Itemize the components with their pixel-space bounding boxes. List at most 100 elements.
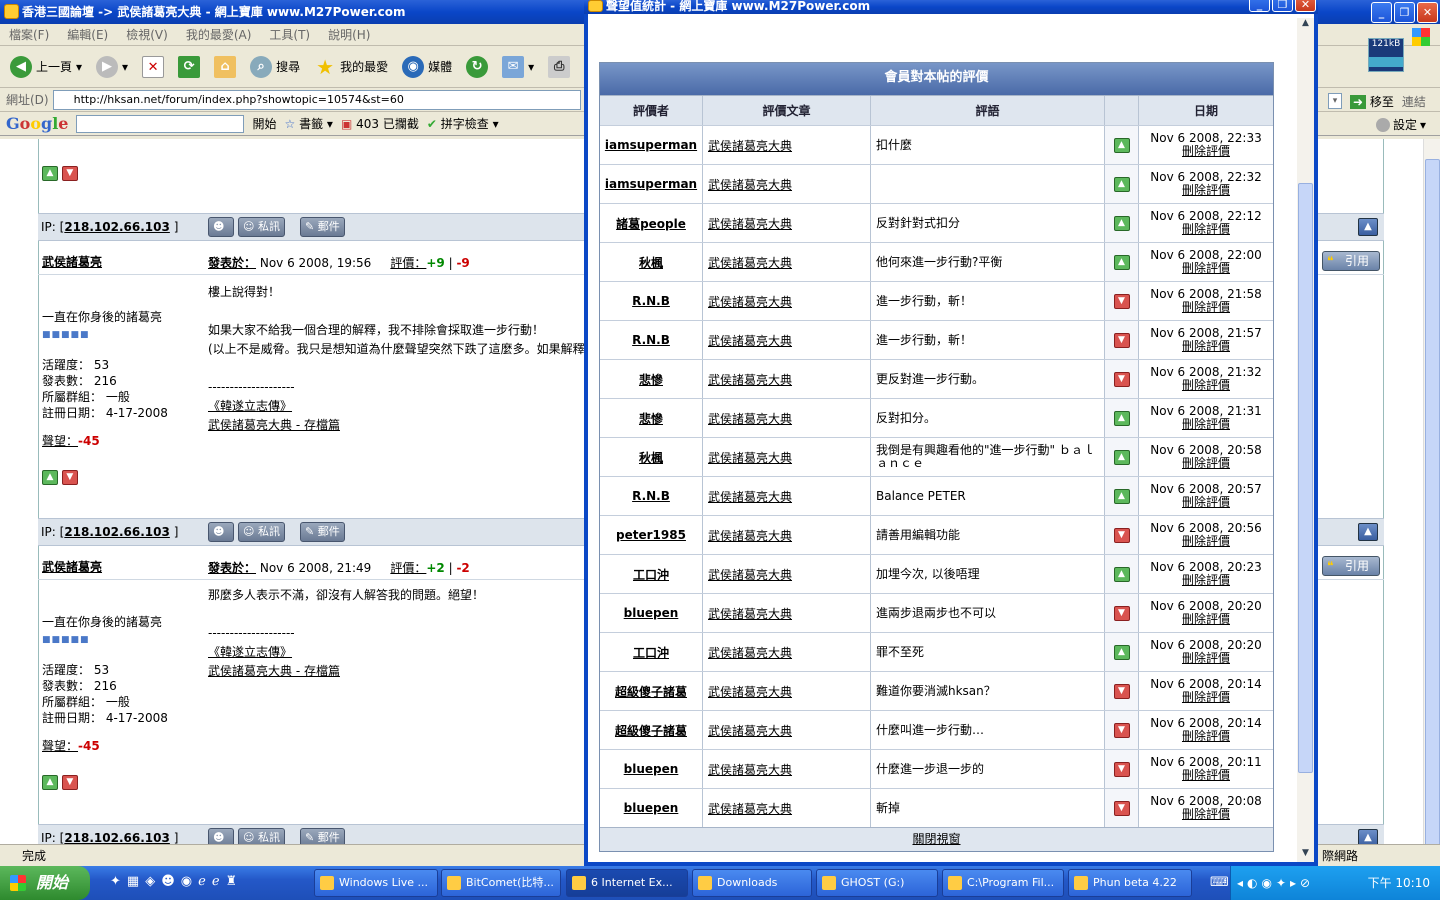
task-ghost-drive[interactable]: GHOST (G:)	[816, 869, 938, 897]
stop-button[interactable]: ✕	[138, 54, 168, 80]
main-scrollbar-thumb[interactable]	[1425, 159, 1440, 847]
favorites-button[interactable]: ★ 我的最愛	[310, 54, 392, 80]
vote-down-button[interactable]: ▼	[61, 775, 78, 790]
signature-link[interactable]: 武侯諸葛亮大典 - 存檔篇	[208, 416, 584, 435]
rater-link[interactable]: 悲慘	[600, 399, 703, 437]
delete-rating-link[interactable]: 刪除評價	[1182, 145, 1230, 158]
google-search-input[interactable]	[76, 114, 245, 133]
vote-up-button[interactable]: ▲	[42, 775, 58, 790]
scroll-top-button[interactable]: ▲	[1358, 218, 1378, 236]
refresh-button[interactable]: ⟳	[174, 54, 204, 80]
vote-up-button[interactable]: ▲	[42, 166, 58, 181]
task-internet-explorer[interactable]: 6 Internet Ex...	[566, 869, 688, 897]
quicklaunch-icon[interactable]: ℯ	[212, 874, 220, 889]
links-label[interactable]: 連結	[1402, 93, 1426, 110]
quote-button[interactable]: 引用	[1322, 251, 1380, 271]
history-button[interactable]: ↻	[462, 54, 492, 80]
delete-rating-link[interactable]: 刪除評價	[1182, 379, 1230, 392]
quicklaunch-icon[interactable]: ℯ	[198, 874, 206, 889]
article-link[interactable]: 武侯諸葛亮大典	[703, 165, 871, 203]
vote-up-button[interactable]: ▲	[42, 470, 58, 485]
pm-button[interactable]: ☺ 私訊	[238, 522, 285, 542]
delete-rating-link[interactable]: 刪除評價	[1182, 574, 1230, 587]
delete-rating-link[interactable]: 刪除評價	[1182, 262, 1230, 275]
post-author[interactable]: 武侯諸葛亮	[42, 253, 102, 270]
vote-down-button[interactable]: ▼	[61, 470, 78, 485]
address-input[interactable]: http://hksan.net/forum/index.php?showtop…	[52, 89, 581, 110]
google-bookmarks-button[interactable]: ☆ 書籤 ▾	[284, 115, 332, 132]
task-downloads[interactable]: Downloads	[692, 869, 812, 897]
rater-link[interactable]: iamsuperman	[600, 165, 703, 203]
address-dropdown-button[interactable]: ▾	[1328, 93, 1342, 109]
article-link[interactable]: 武侯諸葛亮大典	[703, 204, 871, 242]
menu-help[interactable]: 說明(H)	[319, 26, 379, 43]
mail-button[interactable]: ✉ ▾	[498, 54, 538, 80]
rater-link[interactable]: 秋楓	[600, 243, 703, 281]
article-link[interactable]: 武侯諸葛亮大典	[703, 633, 871, 671]
quicklaunch-icon[interactable]: ☻	[161, 874, 175, 889]
delete-rating-link[interactable]: 刪除評價	[1182, 457, 1230, 470]
quicklaunch-icon[interactable]: ▦	[127, 874, 139, 889]
google-settings-button[interactable]: 設定 ▾	[1376, 116, 1426, 133]
pm-button[interactable]: ☺ 私訊	[238, 217, 285, 237]
article-link[interactable]: 武侯諸葛亮大典	[703, 555, 871, 593]
rater-link[interactable]: 諸葛people	[600, 204, 703, 242]
rater-link[interactable]: 工口沖	[600, 633, 703, 671]
go-button[interactable]: ➜ 移至	[1350, 93, 1394, 110]
menu-edit[interactable]: 編輯(E)	[58, 26, 117, 43]
delete-rating-link[interactable]: 刪除評價	[1182, 301, 1230, 314]
task-windows-live[interactable]: Windows Live ...	[314, 869, 438, 897]
menu-favorites[interactable]: 我的最愛(A)	[177, 26, 261, 43]
close-button[interactable]: ✕	[1417, 2, 1438, 23]
spellcheck-button[interactable]: ✔ 拼字檢查 ▾	[427, 115, 499, 132]
profile-button[interactable]: ☻	[208, 217, 234, 237]
quicklaunch-icon[interactable]: ◉	[181, 874, 192, 889]
delete-rating-link[interactable]: 刪除評價	[1182, 340, 1230, 353]
ip-link[interactable]: 218.102.66.103	[64, 525, 170, 539]
article-link[interactable]: 武侯諸葛亮大典	[703, 711, 871, 749]
back-button[interactable]: ◀ 上一頁 ▾	[6, 54, 86, 80]
delete-rating-link[interactable]: 刪除評價	[1182, 535, 1230, 548]
popup-close-button[interactable]: ✕	[1295, 0, 1316, 12]
main-scrollbar[interactable]	[1423, 139, 1440, 847]
mail-user-button[interactable]: ✎ 郵件	[300, 828, 345, 844]
tray-icons[interactable]: ◂◐◉✦▸⊘	[1237, 866, 1314, 900]
forward-button[interactable]: ▶ ▾	[92, 54, 132, 80]
media-button[interactable]: ◉ 媒體	[398, 54, 456, 80]
delete-rating-link[interactable]: 刪除評價	[1182, 496, 1230, 509]
profile-button[interactable]: ☻	[208, 522, 234, 542]
minimize-button[interactable]: _	[1371, 2, 1392, 23]
rater-link[interactable]: 超級傻子諸葛	[600, 711, 703, 749]
rater-link[interactable]: R.N.B	[600, 282, 703, 320]
delete-rating-link[interactable]: 刪除評價	[1182, 613, 1230, 626]
popup-maximize-button[interactable]: ❐	[1272, 0, 1293, 12]
scroll-top-button[interactable]: ▲	[1358, 523, 1378, 541]
pm-button[interactable]: ☺ 私訊	[238, 828, 285, 844]
task-bitcomet[interactable]: BitComet(比特...	[441, 869, 561, 897]
task-program-files[interactable]: C:\Program Fil...	[942, 869, 1064, 897]
article-link[interactable]: 武侯諸葛亮大典	[703, 594, 871, 632]
maximize-button[interactable]: ❐	[1394, 2, 1415, 23]
delete-rating-link[interactable]: 刪除評價	[1182, 184, 1230, 197]
rater-link[interactable]: 悲慘	[600, 360, 703, 398]
rater-link[interactable]: 超級傻子諸葛	[600, 672, 703, 710]
rater-link[interactable]: bluepen	[600, 594, 703, 632]
delete-rating-link[interactable]: 刪除評價	[1182, 223, 1230, 236]
article-link[interactable]: 武侯諸葛亮大典	[703, 321, 871, 359]
signature-link[interactable]: 武侯諸葛亮大典 - 存檔篇	[208, 662, 584, 681]
article-link[interactable]: 武侯諸葛亮大典	[703, 360, 871, 398]
signature-link[interactable]: 《韓遂立志傳》	[208, 397, 584, 416]
rater-link[interactable]: bluepen	[600, 750, 703, 788]
article-link[interactable]: 武侯諸葛亮大典	[703, 516, 871, 554]
delete-rating-link[interactable]: 刪除評價	[1182, 652, 1230, 665]
menu-view[interactable]: 檢視(V)	[117, 26, 177, 43]
ip-link[interactable]: 218.102.66.103	[64, 220, 170, 234]
article-link[interactable]: 武侯諸葛亮大典	[703, 789, 871, 827]
delete-rating-link[interactable]: 刪除評價	[1182, 769, 1230, 782]
delete-rating-link[interactable]: 刪除評價	[1182, 730, 1230, 743]
article-link[interactable]: 武侯諸葛亮大典	[703, 477, 871, 515]
print-button[interactable]: ⎙	[544, 54, 574, 80]
popup-blocked-button[interactable]: ▣ 403 已攔截	[341, 115, 419, 132]
article-link[interactable]: 武侯諸葛亮大典	[703, 399, 871, 437]
mail-user-button[interactable]: ✎ 郵件	[300, 217, 345, 237]
